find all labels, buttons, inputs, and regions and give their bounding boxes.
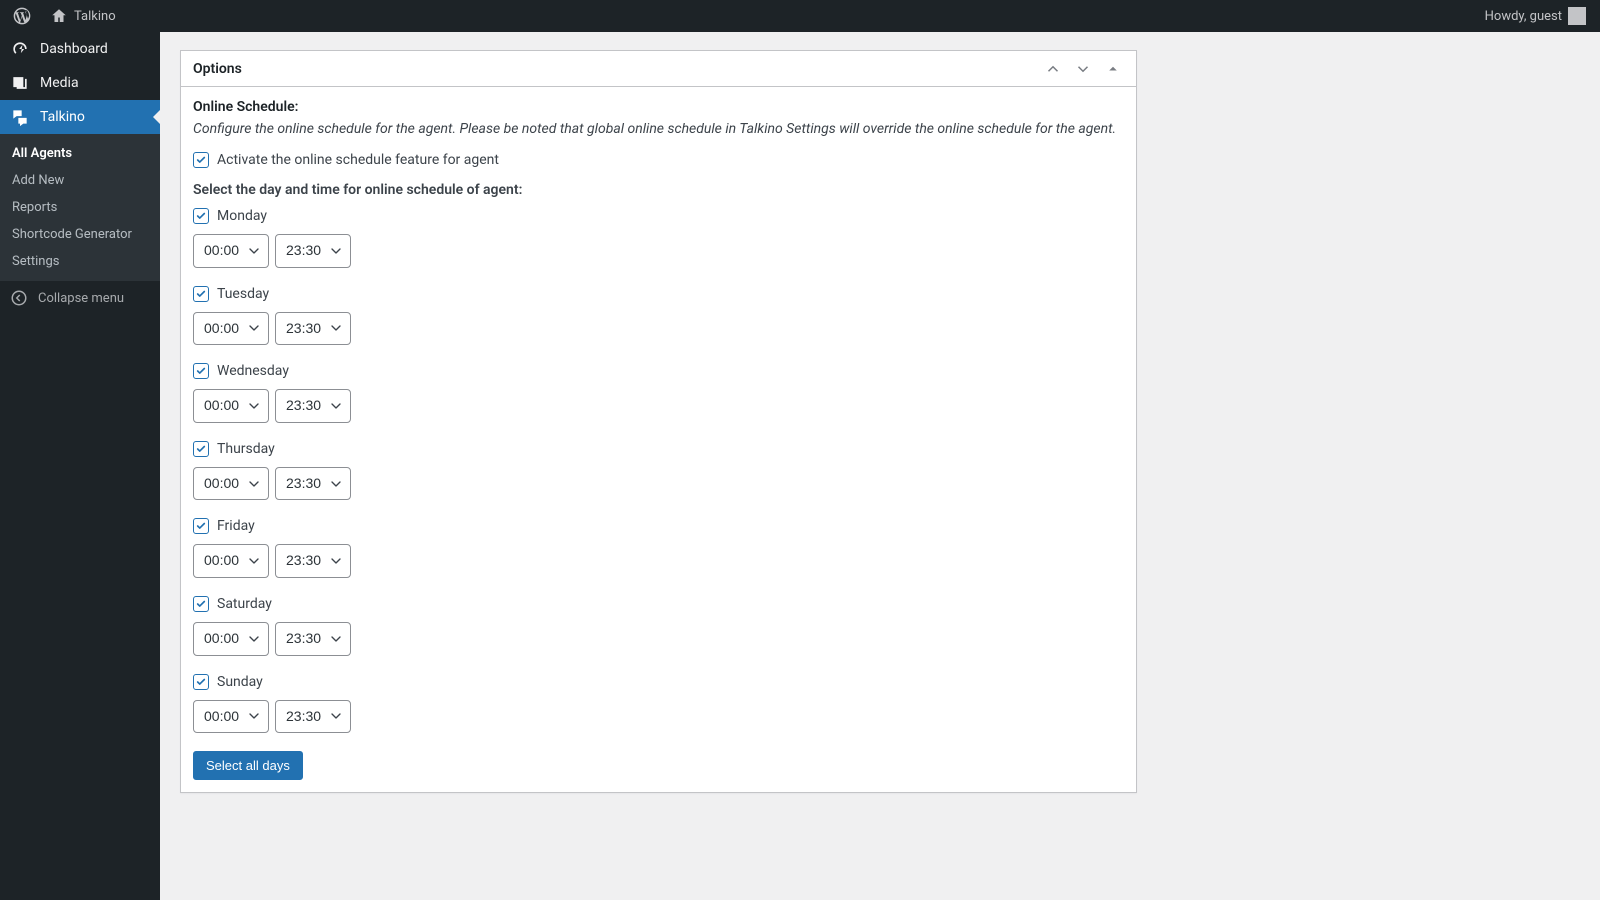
move-up-button[interactable] xyxy=(1042,58,1064,80)
day-start-select[interactable]: 00:00 xyxy=(193,700,269,734)
options-postbox: Options Online Schedule: Configure the o… xyxy=(180,50,1137,793)
howdy-user-link[interactable]: Howdy, guest xyxy=(1479,0,1592,32)
media-icon xyxy=(10,73,30,93)
chevron-up-icon xyxy=(1044,60,1062,78)
wordpress-logo-icon xyxy=(12,6,32,26)
schedule-day-block: Saturday 00:00 23:30 xyxy=(193,596,1124,656)
day-checkbox[interactable] xyxy=(193,596,209,612)
postbox-header: Options xyxy=(181,51,1136,87)
day-label: Saturday xyxy=(217,596,272,612)
select-all-days-button[interactable]: Select all days xyxy=(193,751,303,780)
schedule-day-block: Wednesday 00:00 23:30 xyxy=(193,363,1124,423)
day-end-select[interactable]: 23:30 xyxy=(275,700,351,734)
activate-schedule-checkbox[interactable] xyxy=(193,152,209,168)
submenu-item-shortcode-generator[interactable]: Shortcode Generator xyxy=(0,221,160,248)
sidebar-item-dashboard[interactable]: Dashboard xyxy=(0,32,160,66)
chat-icon xyxy=(10,107,30,127)
schedule-day-block: Sunday 00:00 23:30 xyxy=(193,674,1124,734)
postbox-title: Options xyxy=(193,61,242,77)
day-start-select[interactable]: 00:00 xyxy=(193,389,269,423)
schedule-day-block: Tuesday 00:00 23:30 xyxy=(193,286,1124,346)
schedule-day-block: Friday 00:00 23:30 xyxy=(193,518,1124,578)
day-start-select[interactable]: 00:00 xyxy=(193,544,269,578)
dashboard-icon xyxy=(10,39,30,59)
triangle-up-icon xyxy=(1104,60,1122,78)
collapse-menu-label: Collapse menu xyxy=(38,291,124,306)
sidebar-item-media[interactable]: Media xyxy=(0,66,160,100)
toggle-panel-button[interactable] xyxy=(1102,58,1124,80)
day-checkbox[interactable] xyxy=(193,363,209,379)
day-label: Friday xyxy=(217,518,255,534)
schedule-day-block: Thursday 00:00 23:30 xyxy=(193,441,1124,501)
online-schedule-description: Configure the online schedule for the ag… xyxy=(193,119,1124,140)
day-end-select[interactable]: 23:30 xyxy=(275,544,351,578)
site-home-link[interactable]: Talkino xyxy=(44,0,122,32)
collapse-icon xyxy=(10,289,28,307)
day-end-select[interactable]: 23:30 xyxy=(275,389,351,423)
submenu-item-add-new[interactable]: Add New xyxy=(0,167,160,194)
day-checkbox[interactable] xyxy=(193,286,209,302)
day-end-select[interactable]: 23:30 xyxy=(275,622,351,656)
user-avatar-icon xyxy=(1568,7,1586,25)
site-title-label: Talkino xyxy=(74,9,116,24)
day-label: Tuesday xyxy=(217,286,269,302)
sidebar-item-talkino[interactable]: Talkino xyxy=(0,100,160,134)
schedule-day-block: Monday 00:00 23:30 xyxy=(193,208,1124,268)
day-end-select[interactable]: 23:30 xyxy=(275,234,351,268)
day-label: Thursday xyxy=(217,441,275,457)
home-icon xyxy=(50,7,68,25)
day-start-select[interactable]: 00:00 xyxy=(193,622,269,656)
submenu-item-all-agents[interactable]: All Agents xyxy=(0,140,160,167)
sidebar-item-label: Talkino xyxy=(40,109,85,125)
day-end-select[interactable]: 23:30 xyxy=(275,312,351,346)
chevron-down-icon xyxy=(1074,60,1092,78)
day-checkbox[interactable] xyxy=(193,208,209,224)
submenu-item-reports[interactable]: Reports xyxy=(0,194,160,221)
move-down-button[interactable] xyxy=(1072,58,1094,80)
sidebar-item-label: Dashboard xyxy=(40,41,108,57)
sidebar-item-label: Media xyxy=(40,75,79,91)
collapse-menu-button[interactable]: Collapse menu xyxy=(0,281,160,315)
admin-bar: Talkino Howdy, guest xyxy=(0,0,1600,32)
day-start-select[interactable]: 00:00 xyxy=(193,234,269,268)
admin-sidebar: Dashboard Media Talkino All Agents Add N… xyxy=(0,32,160,900)
day-checkbox[interactable] xyxy=(193,674,209,690)
day-checkbox[interactable] xyxy=(193,518,209,534)
day-label: Wednesday xyxy=(217,363,289,379)
submenu-item-settings[interactable]: Settings xyxy=(0,248,160,275)
day-label: Monday xyxy=(217,208,267,224)
activate-schedule-label: Activate the online schedule feature for… xyxy=(217,152,499,168)
day-end-select[interactable]: 23:30 xyxy=(275,467,351,501)
day-start-select[interactable]: 00:00 xyxy=(193,467,269,501)
schedule-days-heading: Select the day and time for online sched… xyxy=(193,182,1124,198)
talkino-submenu: All Agents Add New Reports Shortcode Gen… xyxy=(0,134,160,281)
online-schedule-heading: Online Schedule: xyxy=(193,99,298,115)
day-checkbox[interactable] xyxy=(193,441,209,457)
wp-logo[interactable] xyxy=(6,0,38,32)
howdy-label: Howdy, guest xyxy=(1485,9,1562,24)
day-start-select[interactable]: 00:00 xyxy=(193,312,269,346)
day-label: Sunday xyxy=(217,674,263,690)
